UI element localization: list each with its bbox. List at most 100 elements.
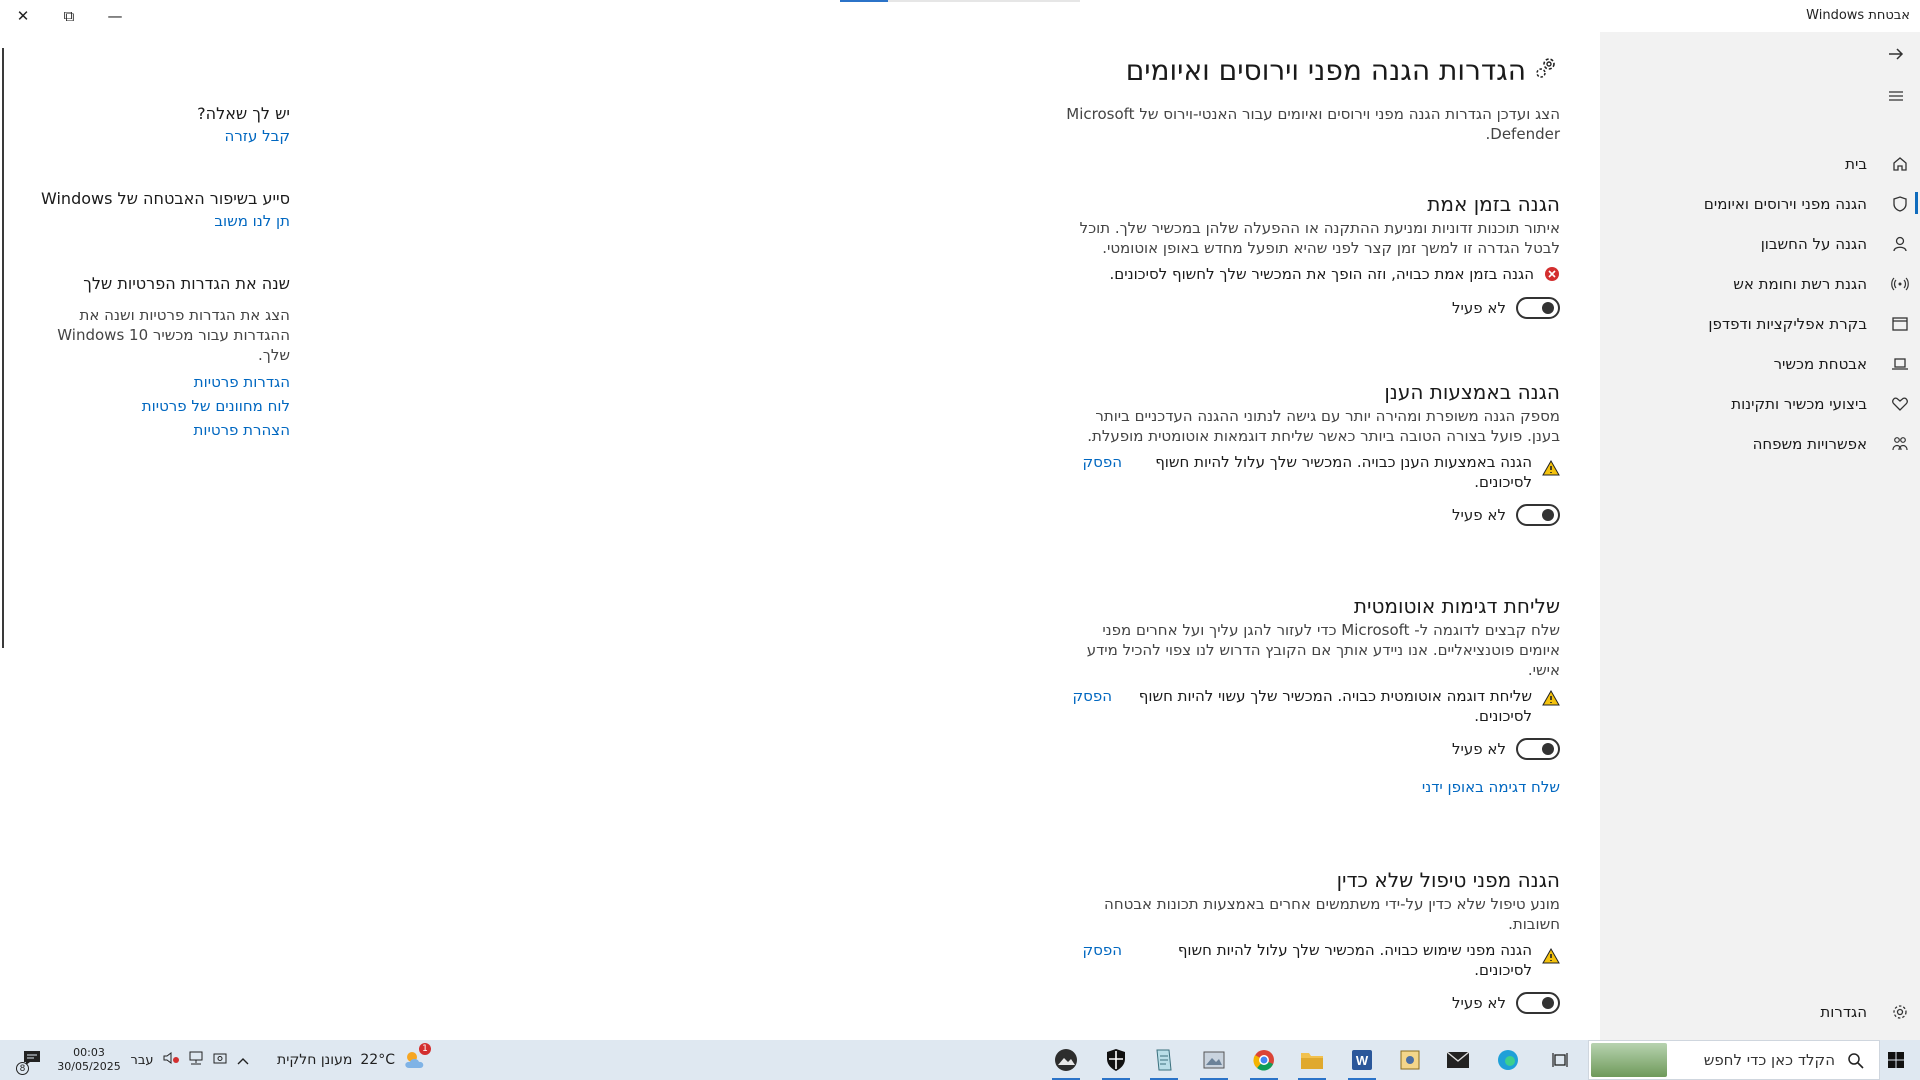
minimize-button[interactable]: —: [92, 0, 138, 32]
nav-item-virus-protection[interactable]: הגנה מפני וירוסים ואיומים: [1600, 184, 1920, 224]
notification-count: 8: [16, 1062, 29, 1075]
privacy-statement-link[interactable]: הצהרת פרטיות: [40, 421, 290, 439]
taskbar-windows-security[interactable]: [1096, 1040, 1136, 1080]
privacy-heading: שנה את הגדרות הפרטיות שלך: [83, 274, 290, 293]
nav-item-label: בקרת אפליקציות ודפדפן: [1708, 315, 1867, 333]
improve-heading: סייע בשיפור האבטחה של Windows: [41, 189, 290, 208]
dismiss-link[interactable]: הפסק: [1082, 940, 1122, 960]
scroll-edge: [2, 48, 4, 648]
taskbar-word[interactable]: W: [1342, 1040, 1382, 1080]
status-message: הגנה בזמן אמת כבויה, וזה הופך את המכשיר …: [1109, 265, 1535, 283]
partly-cloudy-icon: 1: [403, 1043, 431, 1071]
minimize-icon: —: [107, 7, 123, 25]
loading-indicator: [840, 0, 1080, 2]
start-button[interactable]: [1876, 1040, 1916, 1080]
status-message: שליחת דוגמה אוטומטית כבויה. המכשיר שלך ע…: [1138, 687, 1532, 725]
laptop-icon: [1889, 353, 1911, 375]
weather-alert-badge: 1: [418, 1043, 431, 1055]
get-help-link[interactable]: קבל עזרה: [40, 127, 290, 145]
status-row: הגנה באמצעות הענן כבויה. המכשיר שלך עלול…: [1060, 452, 1560, 492]
nav-item-home[interactable]: בית: [1600, 144, 1920, 184]
nav-item-label: הגנה מפני וירוסים ואיומים: [1703, 195, 1867, 213]
taskbar-notepad[interactable]: [1144, 1040, 1184, 1080]
privacy-settings-link[interactable]: הגדרות פרטיות: [40, 373, 290, 391]
shield-icon: [1889, 193, 1911, 215]
tray-meet-now[interactable]: [210, 1040, 230, 1080]
network-icon: [187, 1050, 205, 1070]
volume-muted-icon: [162, 1050, 180, 1070]
task-view-icon: [1552, 1053, 1568, 1067]
nav-item-device-performance[interactable]: ביצועי מכשיר ותקינות: [1600, 384, 1920, 424]
show-hidden-icons-button[interactable]: [234, 1040, 252, 1080]
notification-icon: 8: [16, 1049, 42, 1075]
nav-item-account-protection[interactable]: הגנה על החשבון: [1600, 224, 1920, 264]
cloud-protection-toggle[interactable]: [1516, 504, 1560, 526]
section-tamper-protection: הגנה מפני טיפול שלא כדין מונע טיפול שלא …: [1060, 868, 1560, 1014]
section-heading: הגנה מפני טיפול שלא כדין: [1336, 868, 1560, 892]
manual-sample-link[interactable]: שלח דגימה באופן ידני: [1060, 778, 1560, 796]
explorer-tool-icon: [1400, 1050, 1420, 1070]
wifi-icon: [1889, 273, 1911, 295]
task-view-button[interactable]: [1540, 1040, 1580, 1080]
input-language[interactable]: עבר: [128, 1040, 156, 1080]
toggle-label: לא פעיל: [1452, 994, 1506, 1012]
taskbar-image-viewer[interactable]: [1194, 1040, 1234, 1080]
section-description: מספק הגנה משופרת ומהירה יותר עם גישה לנת…: [1087, 407, 1560, 445]
dismiss-link[interactable]: הפסק: [1072, 686, 1112, 706]
nav-item-firewall[interactable]: הגנת רשת וחומת אש: [1600, 264, 1920, 304]
dismiss-link[interactable]: הפסק: [1082, 452, 1122, 472]
close-button[interactable]: ✕: [0, 0, 46, 32]
taskbar-search[interactable]: הקלד כאן כדי לחפש: [1588, 1040, 1880, 1080]
chrome-icon: [1253, 1050, 1274, 1071]
camera-icon: [212, 1050, 228, 1070]
action-center-button[interactable]: 8: [14, 1040, 50, 1080]
status-message: הגנה באמצעות הענן כבויה. המכשיר שלך עלול…: [1155, 453, 1532, 491]
nav-item-label: בית: [1845, 155, 1867, 173]
svg-text:W: W: [1356, 1053, 1369, 1068]
nav-item-app-browser-control[interactable]: בקרת אפליקציות ודפדפן: [1600, 304, 1920, 344]
nav-item-label: אפשרויות משפחה: [1752, 435, 1867, 453]
realtime-protection-toggle[interactable]: [1516, 297, 1560, 319]
tray-volume[interactable]: [160, 1040, 182, 1080]
windows-start-icon: [1888, 1052, 1904, 1068]
status-row: הגנה בזמן אמת כבויה, וזה הופך את המכשיר …: [1060, 264, 1560, 287]
app-window-icon: [1889, 313, 1911, 335]
status-row: שליחת דוגמה אוטומטית כבויה. המכשיר שלך ע…: [1060, 686, 1560, 726]
nav-item-label: הגדרות: [1820, 1003, 1867, 1021]
taskbar-edge[interactable]: [1488, 1040, 1528, 1080]
clock-date: 30/05/2025: [57, 1060, 121, 1073]
image-viewer-icon: [1203, 1051, 1225, 1069]
feedback-link[interactable]: תן לנו משוב: [40, 212, 290, 230]
nav-item-settings[interactable]: הגדרות: [1600, 992, 1920, 1032]
nav-item-label: הגנה על החשבון: [1760, 235, 1867, 253]
file-explorer-icon: [1301, 1053, 1323, 1069]
weather-condition: מעונן חלקית: [277, 1052, 353, 1068]
tray-network[interactable]: [186, 1040, 206, 1080]
clock-time: 00:03: [73, 1046, 105, 1059]
section-heading: שליחת דגימות אוטומטית: [1353, 594, 1560, 618]
mail-icon: [1446, 1051, 1470, 1068]
menu-button[interactable]: [1882, 82, 1910, 110]
nav-item-family-options[interactable]: אפשרויות משפחה: [1600, 424, 1920, 464]
notepad-icon: [1156, 1049, 1172, 1071]
restore-button[interactable]: ⧉: [46, 0, 92, 32]
search-placeholder: הקלד כאן כדי לחפש: [1703, 1051, 1835, 1069]
taskbar-chrome[interactable]: [1244, 1040, 1284, 1080]
tamper-protection-toggle[interactable]: [1516, 992, 1560, 1014]
back-button[interactable]: [1882, 40, 1910, 68]
taskbar-tool[interactable]: [1390, 1040, 1430, 1080]
taskbar-file-explorer[interactable]: [1292, 1040, 1332, 1080]
taskbar-mail[interactable]: [1438, 1040, 1478, 1080]
taskbar-photos[interactable]: [1046, 1040, 1086, 1080]
edge-icon: [1498, 1050, 1518, 1070]
clock[interactable]: 00:03 30/05/2025: [56, 1040, 122, 1080]
warning-icon: [1542, 686, 1560, 711]
sample-submission-toggle[interactable]: [1516, 738, 1560, 760]
section-description: מונע טיפול שלא כדין על-ידי משתמשים אחרים…: [1104, 895, 1560, 933]
privacy-text: הצג את הגדרות פרטיות ושנה את ההגדרות עבו…: [57, 306, 290, 364]
nav-item-device-security[interactable]: אבטחת מכשיר: [1600, 344, 1920, 384]
privacy-dashboard-link[interactable]: לוח מחוונים של פרטיות: [40, 397, 290, 415]
toggle-label: לא פעיל: [1452, 506, 1506, 524]
weather-widget[interactable]: 1 22°C מעונן חלקית: [272, 1040, 432, 1080]
page-title-row: הגדרות הגנה מפני וירוסים ואיומים: [1000, 54, 1560, 87]
